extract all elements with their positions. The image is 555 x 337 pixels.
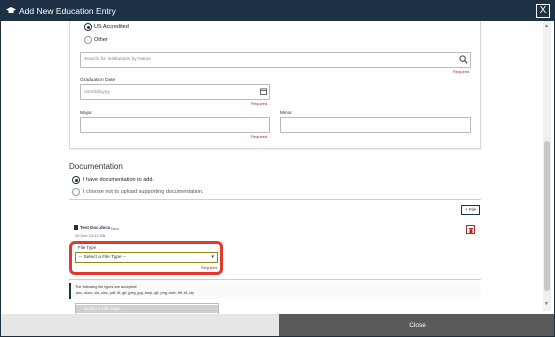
trash-icon bbox=[469, 227, 473, 233]
search-icon[interactable] bbox=[459, 55, 468, 64]
footer-left-area bbox=[1, 314, 279, 336]
graduation-date-required: Required bbox=[251, 101, 268, 106]
add-file-button[interactable]: + File bbox=[461, 205, 480, 215]
file-size-line: 10 Dec 13:42 KB bbox=[75, 233, 106, 238]
accepted-types-list: .doc,.docx,.xls,.xlsx,.pdf,.tif,.gif,.jp… bbox=[75, 291, 194, 295]
calendar-icon[interactable] bbox=[260, 88, 267, 95]
radio-have-documentation[interactable] bbox=[72, 176, 80, 184]
dialog-titlebar: Add New Education Entry X bbox=[1, 1, 554, 21]
file-type-label: File Type bbox=[78, 245, 97, 250]
document-icon bbox=[74, 225, 78, 230]
file-name[interactable]: Test Doc.docx bbox=[80, 225, 110, 230]
radio-label-other: Other bbox=[94, 37, 108, 43]
radio-other[interactable] bbox=[84, 36, 92, 44]
graduation-date-placeholder: mm/dd/yyyy bbox=[84, 90, 110, 95]
minor-label: Minor bbox=[280, 111, 292, 116]
radio-label-no-documentation: I choose not to upload supporting docume… bbox=[83, 189, 204, 195]
close-icon[interactable]: X bbox=[536, 4, 550, 18]
scroll-up-icon[interactable]: ▲ bbox=[544, 23, 549, 29]
minor-input[interactable] bbox=[280, 117, 471, 133]
radio-label-us-accredited: US Accredited bbox=[94, 24, 129, 30]
file-new-badge: New bbox=[111, 226, 120, 231]
dropdown-option[interactable]: -- Select a File Type -- bbox=[76, 305, 218, 313]
file-section-divider bbox=[69, 279, 481, 280]
scrollbar-thumb[interactable] bbox=[544, 141, 550, 291]
file-type-selected-value: -- Select a File Type -- bbox=[79, 255, 127, 260]
scroll-down-icon[interactable]: ▼ bbox=[544, 301, 549, 307]
institution-required: Required bbox=[453, 69, 470, 74]
delete-file-button[interactable] bbox=[466, 225, 475, 234]
chevron-down-icon: ▾ bbox=[211, 254, 214, 260]
radio-label-have-documentation: I have documentation to add. bbox=[83, 177, 154, 183]
file-type-select[interactable]: -- Select a File Type -- ▾ bbox=[75, 252, 218, 263]
radio-us-accredited[interactable] bbox=[84, 23, 92, 31]
radio-no-documentation[interactable] bbox=[72, 188, 80, 196]
file-type-required: Required bbox=[201, 265, 218, 270]
close-button[interactable]: Close bbox=[279, 314, 554, 336]
dialog-window: Add New Education Entry X US Accredited … bbox=[0, 0, 555, 337]
dialog-title: Add New Education Entry bbox=[19, 6, 116, 16]
documentation-divider bbox=[69, 199, 481, 200]
institution-search-placeholder: Search for Institutions by Name bbox=[84, 57, 151, 62]
major-input[interactable] bbox=[80, 117, 270, 133]
accepted-types-box: The following file types are accepted: .… bbox=[69, 283, 481, 299]
graduation-date-label: Graduation Date bbox=[80, 78, 116, 83]
major-required: Required bbox=[251, 134, 268, 139]
major-label: Major bbox=[80, 111, 92, 116]
accepted-types-heading: The following file types are accepted: bbox=[75, 285, 138, 289]
graduation-cap-icon bbox=[6, 7, 16, 13]
documentation-heading: Documentation bbox=[69, 162, 123, 171]
